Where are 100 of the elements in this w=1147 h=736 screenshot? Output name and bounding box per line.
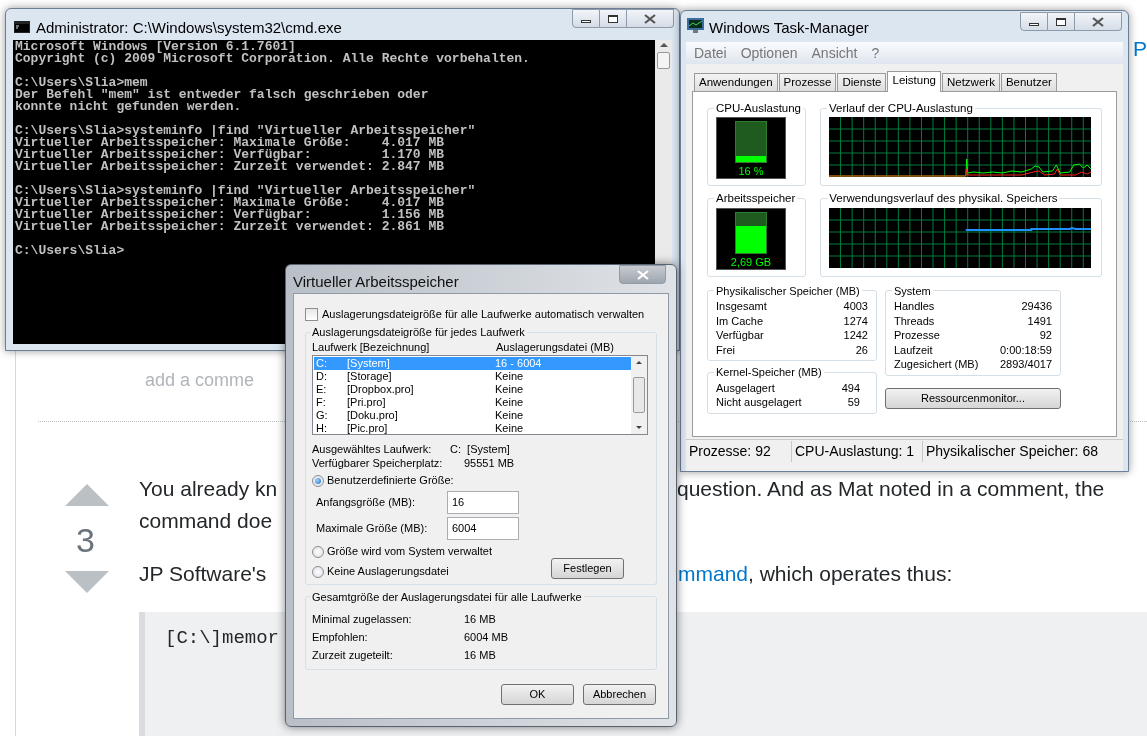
set-button[interactable]: Festlegen — [551, 557, 624, 579]
drive-letter: D: — [315, 369, 328, 383]
group-title: Arbeitsspeicher — [715, 191, 797, 207]
minimize-button[interactable] — [572, 9, 600, 28]
drive-label: [Dropbox.pro] — [347, 382, 415, 396]
status-text: Prozesse: 92 — [688, 441, 772, 461]
radio-label: Größe wird vom System verwaltet — [327, 544, 493, 560]
drive-row[interactable]: D: [Storage] Keine — [314, 369, 631, 383]
group-title: Verwendungsverlauf des physikal. Speichers — [828, 191, 1059, 207]
drive-row[interactable]: G: [Doku.pro] Keine — [314, 408, 631, 422]
meter-reading: 2,69 GB — [730, 254, 772, 269]
drive-letter: C: — [315, 356, 328, 370]
stat-label: Ausgelagert — [716, 380, 775, 395]
answer-text: JP Software's — [139, 561, 267, 587]
text-link[interactable]: mmand — [678, 561, 749, 587]
stat-value: 29436 — [1021, 299, 1052, 314]
stat-label: Insgesamt — [716, 299, 767, 314]
radio-label: Benutzerdefinierte Größe: — [327, 473, 454, 489]
console-line: Virtueller Arbeitsspeicher: Verfügbar: 1.156 MB — [15, 209, 446, 221]
minimize-button[interactable] — [1020, 12, 1048, 31]
tab[interactable]: Netzwerk — [941, 73, 1000, 91]
group-title: Auslagerungsdateigröße für jedes Laufwerk — [311, 325, 526, 340]
tab[interactable]: Prozesse — [778, 73, 837, 91]
checkbox[interactable] — [305, 307, 318, 321]
stat-label: Verfügbar — [716, 328, 764, 343]
tab[interactable]: Leistung — [887, 71, 941, 92]
pagefile-size: Keine — [495, 395, 524, 409]
downvote-icon[interactable] — [65, 571, 109, 593]
stat-value: 2893/4017 — [1000, 357, 1052, 372]
dialog-button[interactable]: Abbrechen — [583, 684, 656, 705]
window-title: Virtueller Arbeitsspeicher — [293, 272, 460, 292]
stat-label: Nicht ausgelagert — [716, 395, 802, 410]
group-title: Gesamtgröße der Auslagerungsdatei für alle Laufwerke — [311, 589, 583, 605]
maximize-button[interactable] — [600, 9, 627, 28]
text-link[interactable]: P — [1133, 33, 1147, 65]
close-icon — [1092, 16, 1104, 27]
input-field[interactable]: 6004 — [447, 516, 519, 540]
drive-row[interactable]: H: [Pic.pro] Keine — [314, 421, 631, 435]
stat-value: 92 — [1039, 328, 1052, 343]
radio-button[interactable] — [312, 565, 324, 578]
upvote-icon[interactable] — [65, 484, 109, 506]
menu-item[interactable]: Ansicht — [811, 42, 858, 64]
console-line: Copyright (c) 2009 Microsoft Corporation. Alle Rechte vorbehalten. — [15, 53, 531, 65]
answer-text: question. And as Mat noted in a comment, the — [677, 476, 1105, 502]
tab[interactable]: Anwendungen — [694, 73, 778, 91]
menu-item[interactable]: Optionen — [740, 42, 798, 64]
stat-value: 1274 — [843, 313, 868, 328]
console-line: C:\Users\Slia> — [15, 245, 126, 257]
window-title: Windows Task-Manager — [709, 18, 870, 38]
group-title: Verlauf der CPU-Auslastung — [828, 101, 974, 116]
stat-label: Threads — [894, 313, 935, 328]
console-line: konnte nicht gefunden werden. — [15, 101, 243, 113]
close-icon — [644, 13, 656, 24]
menu-item[interactable]: Datei — [694, 42, 727, 64]
answer-text: You already kn — [139, 476, 278, 502]
total-label: Minimal zugelassen: — [312, 612, 413, 625]
scrollbar[interactable] — [631, 355, 647, 434]
stat-value: 1491 — [1027, 313, 1052, 328]
total-label: Zurzeit zugeteilt: — [312, 648, 394, 661]
close-button[interactable] — [1075, 12, 1122, 31]
drive-label: [Doku.pro] — [347, 408, 399, 422]
console-line: C:\Users\Slia>systeminfo |find "Virtueller Arbeitsspeicher" — [15, 185, 477, 197]
pagefile-size: 16 - 6004 — [495, 356, 542, 370]
radio-button[interactable] — [312, 545, 324, 558]
stat-value: 59 — [847, 395, 861, 410]
stat-label: Handles — [894, 299, 935, 314]
stat-value: 1242 — [843, 328, 868, 343]
close-button[interactable] — [627, 9, 674, 28]
dialog-button[interactable]: OK — [501, 684, 574, 705]
resource-monitor-button[interactable]: Ressourcenmonitor... — [885, 387, 1061, 409]
info-value: C: [System] — [450, 441, 510, 455]
info-label: Verfügbarer Speicherplatz: — [312, 455, 444, 469]
column-header: Laufwerk [Bezeichnung] — [312, 340, 431, 356]
info-value: 95551 MB — [464, 455, 515, 469]
drive-row[interactable]: E: [Dropbox.pro] Keine — [314, 382, 631, 396]
maximize-button[interactable] — [1048, 12, 1075, 31]
close-button[interactable] — [619, 265, 666, 284]
menu-item[interactable]: ? — [871, 42, 880, 64]
pagefile-size: Keine — [495, 421, 524, 435]
drive-row[interactable]: F: [Pri.pro] Keine — [314, 395, 631, 409]
stat-label: Frei — [716, 342, 735, 357]
pagefile-size: Keine — [495, 369, 524, 383]
console-line: Virtueller Arbeitsspeicher: Zurzeit verwendet: 2.861 MB — [15, 221, 446, 233]
console-icon — [14, 21, 30, 33]
radio-button[interactable] — [312, 474, 324, 487]
input-field[interactable]: 16 — [447, 490, 519, 514]
drive-letter: E: — [315, 382, 328, 396]
drive-label: [Storage] — [347, 369, 393, 383]
drive-letter: H: — [315, 421, 328, 435]
field-label: Maximale Größe (MB): — [316, 520, 429, 536]
total-label: Empfohlen: — [312, 630, 369, 643]
monitor-icon — [687, 18, 704, 33]
tab[interactable]: Dienste — [837, 73, 887, 91]
answer-text: , which operates thus: — [748, 561, 953, 587]
tab[interactable]: Benutzer — [1000, 73, 1057, 91]
radio-label: Keine Auslagerungsdatei — [327, 564, 449, 580]
drive-label: [Pic.pro] — [347, 421, 389, 435]
stat-label: Im Cache — [716, 313, 764, 328]
stat-value: 26 — [855, 342, 868, 357]
vote-count: 3 — [76, 520, 95, 560]
